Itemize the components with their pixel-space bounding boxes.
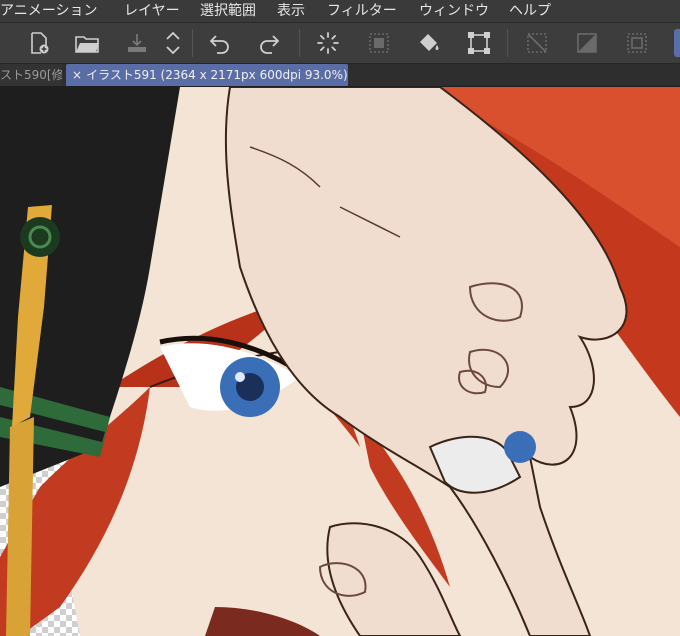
tab-illust-591[interactable]: × イラスト591 (2364 x 2171px 600dpi 93.0%) [66, 64, 348, 86]
tab-label: イラスト591 (2364 x 2171px 600dpi 93.0%) [86, 68, 348, 82]
clear-selection-icon[interactable] [522, 28, 552, 58]
drawing-canvas[interactable] [0, 87, 680, 636]
close-icon[interactable]: × [72, 68, 82, 82]
new-canvas-icon[interactable] [24, 28, 54, 58]
toolbar-scroll-indicator[interactable] [674, 29, 680, 57]
fill-bucket-icon[interactable] [414, 28, 444, 58]
menu-selection[interactable]: 選択範囲 [200, 0, 256, 22]
invert-selection-icon[interactable] [572, 28, 602, 58]
menu-filter[interactable]: フィルター [327, 0, 397, 22]
tab-illust-590[interactable]: スト590[修 [0, 64, 62, 86]
menu-window[interactable]: ウィンドウ [419, 0, 489, 22]
tab-label: スト590[修 [0, 68, 62, 82]
toolbar [0, 23, 680, 64]
menu-layer[interactable]: レイヤー [124, 0, 180, 22]
toolbar-divider [507, 29, 508, 57]
redo-icon[interactable] [254, 28, 284, 58]
open-folder-icon[interactable] [72, 28, 102, 58]
selection-border-icon[interactable] [622, 28, 652, 58]
save-icon[interactable] [122, 28, 152, 58]
menu-bar: アニメーション レイヤー 選択範囲 表示 フィルター ウィンドウ ヘルプ [0, 0, 680, 23]
menu-help[interactable]: ヘルプ [509, 0, 551, 22]
select-area-icon[interactable] [364, 28, 394, 58]
artwork [0, 87, 680, 636]
transform-icon[interactable] [464, 28, 494, 58]
toolbar-divider [192, 29, 193, 57]
scroll-arrows-icon[interactable] [158, 28, 188, 58]
loading-icon[interactable] [313, 28, 343, 58]
toolbar-divider [299, 29, 300, 57]
menu-view[interactable]: 表示 [277, 0, 305, 22]
undo-icon[interactable] [205, 28, 235, 58]
menu-animation[interactable]: アニメーション [0, 0, 97, 22]
document-tab-bar: スト590[修 × イラスト591 (2364 x 2171px 600dpi 9… [0, 64, 680, 87]
